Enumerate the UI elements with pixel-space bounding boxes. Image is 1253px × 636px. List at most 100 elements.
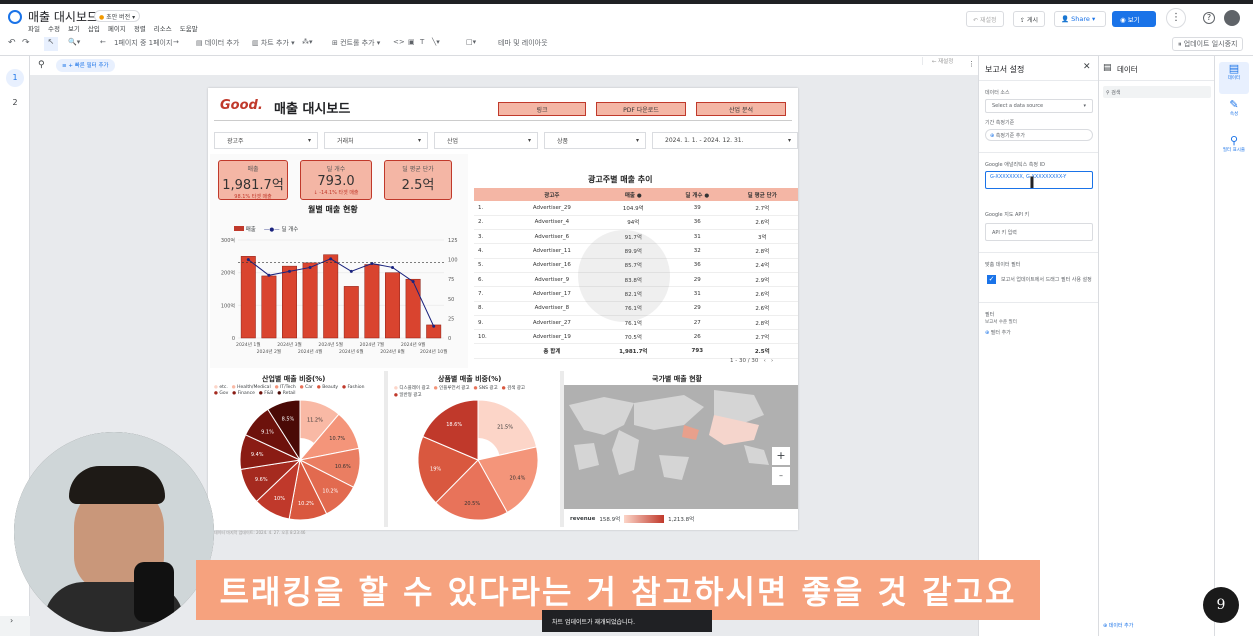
industry-legend-item: ● Car: [299, 385, 313, 390]
industry-filter[interactable]: 산업 ▾: [434, 132, 538, 149]
industry-analysis-button[interactable]: 산업 분석: [696, 102, 786, 116]
add-control-button[interactable]: ⊞ 컨트롤 추가 ▾: [332, 38, 380, 48]
page-2-item[interactable]: 2: [6, 94, 24, 112]
table-header-cell[interactable]: 딜 개수 ●: [668, 188, 727, 201]
menu-item[interactable]: 정렬: [134, 23, 146, 33]
add-data-button[interactable]: ▤ 데이터 추가: [196, 38, 239, 48]
table-row[interactable]: 2. Advertiser_4 94억 36 2.6억: [474, 215, 798, 231]
kpi-revenue[interactable]: 매출 1,981.7억 98.1% 타겟 매출: [218, 160, 288, 200]
text-icon[interactable]: T: [420, 38, 424, 46]
data-source-select[interactable]: Select a data source ▾: [985, 99, 1093, 113]
link-button[interactable]: 링크: [498, 102, 586, 116]
y-tick-label: 100억: [221, 302, 235, 309]
prev-page-icon[interactable]: ←: [100, 38, 106, 46]
canvas-more-icon[interactable]: ⋮: [968, 60, 975, 68]
table-header-cell[interactable]: 딜 평균 단가: [726, 188, 798, 201]
zoom-out-button[interactable]: –: [772, 467, 790, 485]
revenue-bar: [323, 254, 339, 339]
zoom-icon[interactable]: 🔍▾: [68, 38, 80, 46]
industry-legend-item: ● Health/Medical: [231, 385, 271, 390]
kpi-avg-price[interactable]: 딜 평균 단가 2.5억: [384, 160, 452, 200]
undo-icon[interactable]: ↶: [8, 38, 16, 48]
canvas-reset-button[interactable]: ← 재설정: [922, 57, 962, 65]
product-pie-chart[interactable]: 21.5% 20.4% 20.5% 19% 18.6%: [408, 398, 548, 524]
shape-icon[interactable]: □▾: [466, 38, 476, 46]
table-cell: 2.6억: [726, 301, 798, 316]
deal-count-point: [267, 273, 271, 277]
rail-properties-tab[interactable]: ✎ 속성: [1219, 98, 1249, 130]
account-avatar[interactable]: [1224, 10, 1240, 26]
monthly-legend: 매출 —●— 딜 개수: [234, 225, 298, 233]
line-icon[interactable]: ╲▾: [432, 38, 440, 46]
filter-icon[interactable]: ⚲: [38, 60, 45, 70]
deal-count-point: [329, 257, 333, 261]
pie-slice-label: 19%: [430, 466, 441, 472]
prev-page-icon[interactable]: ‹: [764, 358, 766, 364]
add-dimension-button[interactable]: ⊕ 측정기준 추가: [985, 129, 1093, 141]
pie-slice-label: 9.1%: [261, 430, 274, 436]
menu-item[interactable]: 페이지: [108, 23, 126, 33]
table-cell: 9.: [474, 315, 506, 331]
tracking-section: Google 애널리틱스 측정 ID G-XXXXXXXX, G-XXXXXXX…: [979, 152, 1099, 252]
data-table-icon: ▤: [1103, 63, 1112, 73]
rail-filter-bar-tab[interactable]: ⚲ 필터 표시줄: [1219, 134, 1249, 166]
view-button[interactable]: ◉ 보기: [1112, 11, 1156, 27]
select-cursor-icon[interactable]: ↖: [44, 37, 58, 51]
draft-badge[interactable]: ● 초안 버전 ▾: [94, 10, 141, 22]
share-button[interactable]: 👤 Share ▾: [1054, 11, 1106, 27]
pdf-download-button[interactable]: PDF 다운로드: [596, 102, 686, 116]
industry-donut-chart[interactable]: 11.2% 10.7% 10.6% 10.2% 10.2% 10% 9.6% 9.4% 9.1%…: [230, 398, 370, 524]
data-search-input[interactable]: ⚲ 검색: [1103, 86, 1211, 98]
help-icon[interactable]: ?: [1203, 12, 1215, 24]
community-viz-icon[interactable]: ⁂▾: [302, 38, 313, 46]
redo-icon[interactable]: ↷: [22, 38, 30, 48]
table-row[interactable]: 10. Advertiser_19 70.5억 26 2.7억: [474, 329, 798, 345]
rail-data-tab[interactable]: ▤ 데이터: [1219, 62, 1249, 94]
maps-api-key-input[interactable]: API 키 입력: [985, 223, 1093, 241]
reset-button[interactable]: ↶ 재설정: [966, 11, 1004, 27]
industry-legend-item: ● Retail: [277, 391, 296, 396]
menu-item[interactable]: 삽입: [88, 23, 100, 33]
table-cell: 26: [668, 329, 727, 345]
page-1-item[interactable]: 1: [6, 69, 24, 87]
close-icon[interactable]: ✕: [1083, 62, 1091, 72]
next-page-icon[interactable]: →: [173, 38, 179, 46]
client-filter[interactable]: 거래처 ▾: [324, 132, 428, 149]
theme-layout-button[interactable]: 테마 및 레이아웃: [498, 38, 548, 48]
add-data-link[interactable]: ⊕ 데이터 추가: [1103, 622, 1133, 629]
kpi-deal-count[interactable]: 딜 개수 793.0 ↓ -14.1% 타겟 매출: [300, 160, 372, 200]
next-page-icon[interactable]: ›: [771, 358, 773, 364]
table-header-cell[interactable]: 매출 ●: [598, 188, 669, 201]
more-options-icon[interactable]: ⋮: [1166, 8, 1186, 28]
publish-button[interactable]: ⇪ 게시: [1013, 11, 1045, 27]
menu-item[interactable]: 파일: [28, 23, 40, 33]
pie-slice-label: 9.4%: [251, 452, 264, 458]
expand-panel-icon[interactable]: ›: [10, 616, 13, 625]
ga-measurement-id-input[interactable]: G-XXXXXXXX, G-XXXXXXXXX-Y: [985, 171, 1093, 189]
menu-item[interactable]: 리소스: [154, 23, 172, 33]
good-logo: Good.: [220, 98, 263, 113]
advertiser-filter[interactable]: 광고주 ▾: [214, 132, 318, 149]
menu-item[interactable]: 보기: [68, 23, 80, 33]
color-scale: [624, 515, 665, 523]
table-header-cell[interactable]: 광고주: [505, 188, 599, 201]
add-quick-filter-button[interactable]: ≡ + 빠른 필터 추가: [56, 59, 115, 72]
monthly-revenue-chart[interactable]: 0100억200억300억02550751001252024년 1월2024년 …: [214, 234, 468, 364]
zoom-in-button[interactable]: +: [772, 447, 790, 465]
add-filter-button[interactable]: ⊕ 필터 추가: [985, 329, 1011, 336]
date-range-filter[interactable]: 2024. 1. 1. - 2024. 12. 31. ▾: [652, 132, 798, 149]
table-cell: 94억: [598, 215, 669, 231]
pause-updates-button[interactable]: ⏸ 업데이트 일시중지: [1172, 37, 1244, 51]
menu-item[interactable]: 수정: [48, 23, 60, 33]
table-pager[interactable]: 1 - 30 / 30 ‹ ›: [730, 358, 773, 364]
menu-item[interactable]: 도움말: [180, 23, 198, 33]
table-row[interactable]: 1. Advertiser_29 104.9억 39 2.7억: [474, 201, 798, 216]
code-embed-icon[interactable]: <>: [393, 38, 405, 46]
product-filter[interactable]: 상품 ▾: [544, 132, 646, 149]
image-icon[interactable]: ▣: [408, 38, 415, 46]
world-map[interactable]: + –: [564, 385, 798, 509]
crossfilter-checkbox[interactable]: ✓: [987, 275, 996, 284]
looker-logo-icon[interactable]: [8, 10, 22, 24]
add-chart-button[interactable]: ▥ 차트 추가 ▾: [252, 38, 295, 48]
product-legend-item: ● 인플루언서 광고: [433, 386, 470, 391]
